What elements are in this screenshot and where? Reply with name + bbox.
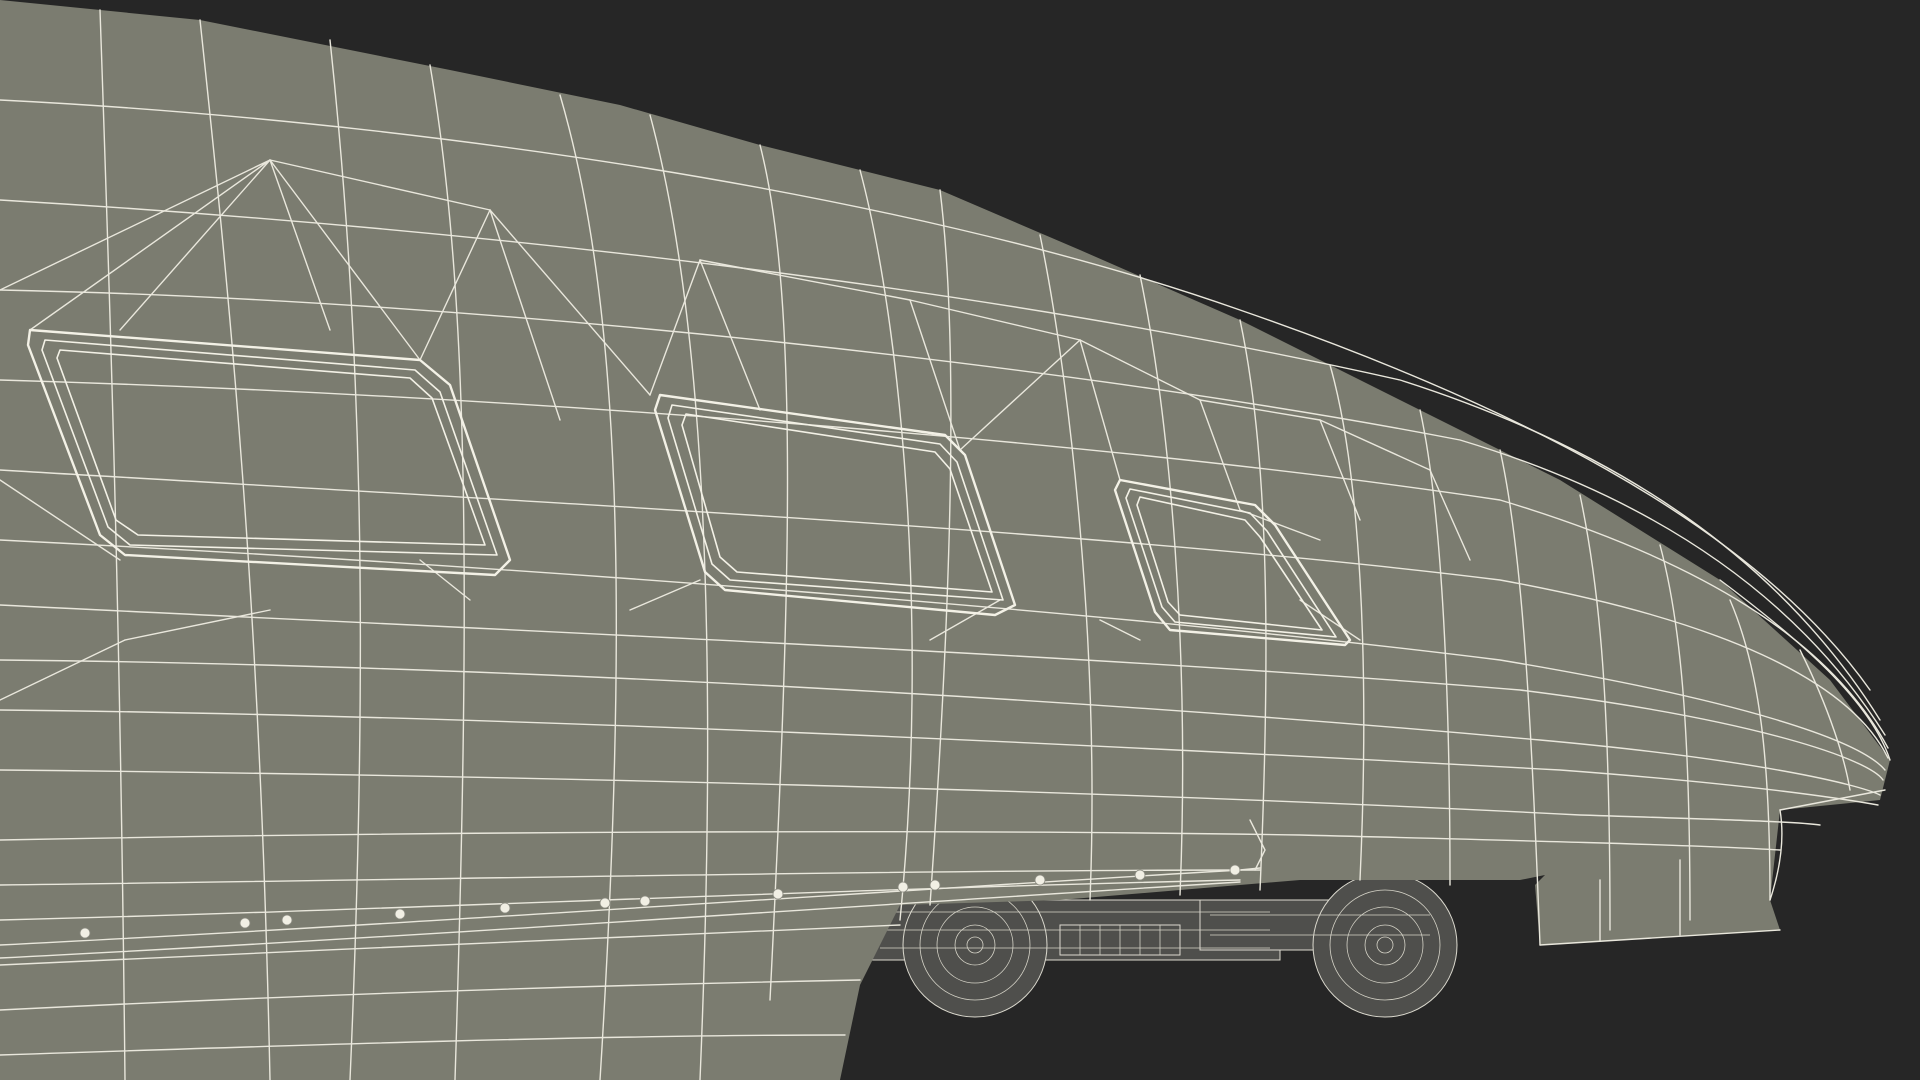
train-wireframe-render xyxy=(0,0,1891,1080)
wheel-rear xyxy=(1312,872,1458,1018)
render-viewport xyxy=(0,0,1920,1080)
